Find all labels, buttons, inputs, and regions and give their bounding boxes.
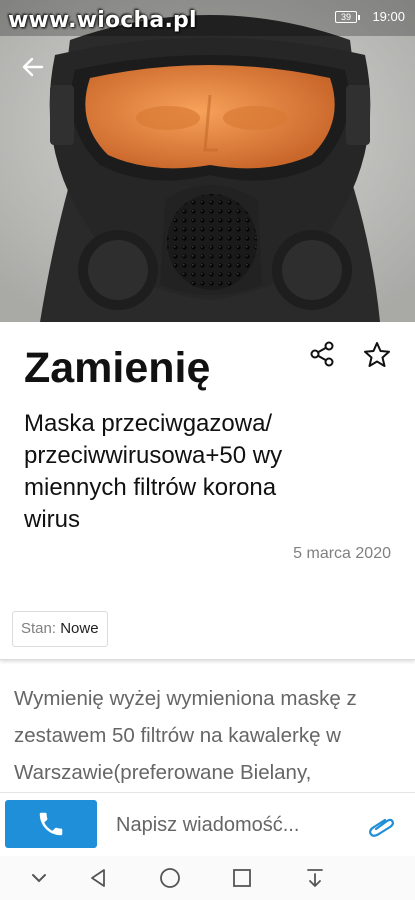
status-bar: www.wiocha.pl 39 19:00 bbox=[0, 0, 415, 34]
nav-notifications-button[interactable] bbox=[303, 866, 327, 890]
condition-value: Nowe bbox=[60, 620, 99, 637]
share-icon bbox=[310, 341, 334, 367]
message-input[interactable] bbox=[116, 811, 346, 839]
listing-photo[interactable] bbox=[0, 0, 415, 322]
battery-icon: 39 bbox=[335, 11, 360, 23]
listing-description: Wymienię wyżej wymieniona maskę z zestaw… bbox=[14, 687, 357, 784]
listing-subtitle: Maska przeciwgazowa/przeciwwirusowa+50 w… bbox=[24, 410, 283, 533]
listing-title: Zamienię bbox=[24, 344, 211, 392]
attach-button[interactable] bbox=[368, 813, 396, 837]
gas-mask-image bbox=[0, 0, 415, 322]
contact-bar bbox=[0, 792, 415, 856]
square-recents-icon bbox=[233, 869, 251, 887]
nav-back-button[interactable] bbox=[86, 866, 110, 890]
nav-recents-button[interactable] bbox=[230, 866, 254, 890]
listing-card: Zamienię Maska przeciwgazowa/przeciwwiru… bbox=[0, 322, 415, 660]
chevron-down-icon bbox=[32, 874, 46, 883]
system-nav-bar bbox=[0, 856, 415, 900]
favorite-button[interactable] bbox=[362, 340, 392, 370]
listing-date: 5 marca 2020 bbox=[293, 545, 391, 562]
nav-home-button[interactable] bbox=[158, 866, 182, 890]
status-time: 19:00 bbox=[372, 9, 405, 24]
triangle-back-icon bbox=[91, 869, 105, 887]
circle-home-icon bbox=[160, 868, 180, 888]
watermark: www.wiocha.pl bbox=[8, 8, 197, 33]
condition-label: Stan: bbox=[21, 620, 57, 637]
condition-badge: Stan: Nowe bbox=[12, 611, 108, 647]
pull-down-icon bbox=[307, 869, 323, 887]
back-button[interactable] bbox=[18, 52, 48, 82]
phone-icon bbox=[39, 812, 63, 836]
arrow-left-icon bbox=[22, 57, 44, 77]
paperclip-icon bbox=[369, 818, 395, 837]
call-button[interactable] bbox=[5, 800, 97, 848]
nav-hide-button[interactable] bbox=[27, 866, 51, 890]
star-icon bbox=[364, 342, 390, 367]
share-button[interactable] bbox=[308, 340, 336, 368]
